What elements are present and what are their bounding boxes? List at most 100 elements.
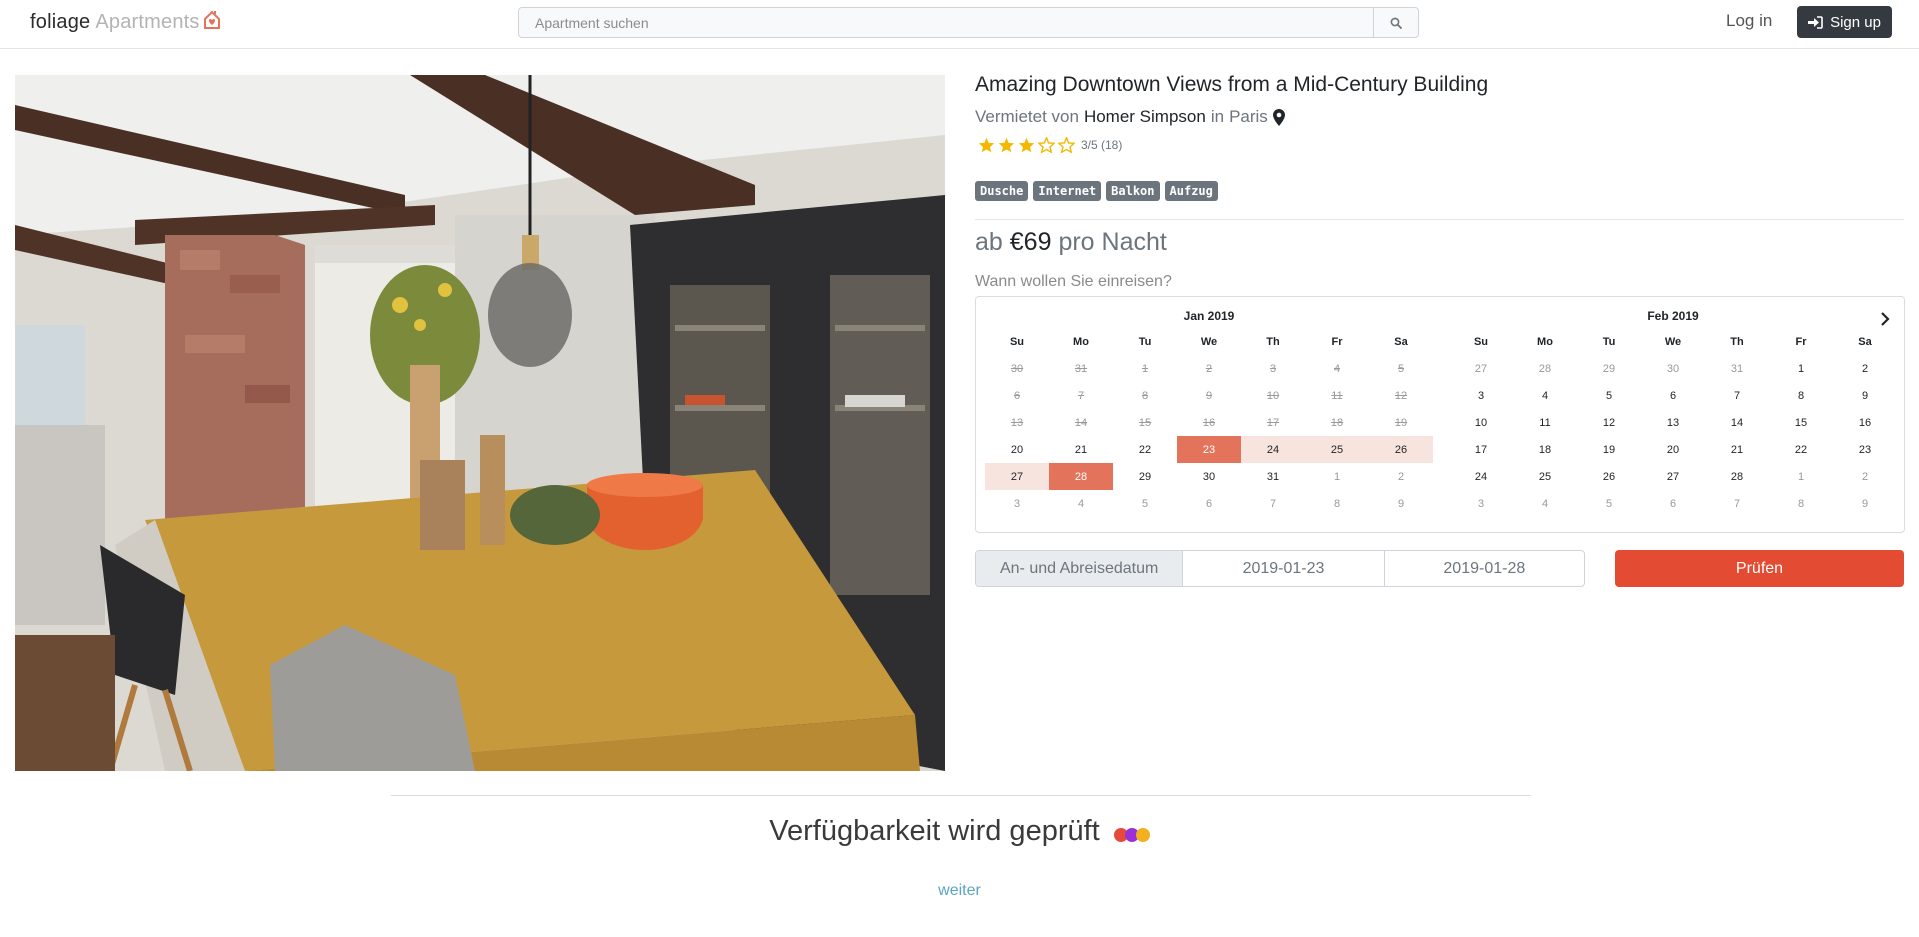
calendar-week: 27 28 29 30 31 1 2 [1449, 355, 1897, 382]
calendar-day[interactable]: 3 [1449, 490, 1513, 517]
calendar-day[interactable]: 27 [985, 463, 1049, 490]
calendar-day: 3 [1269, 362, 1277, 375]
price-prefix: ab [975, 228, 1003, 256]
weekday-header: We [1200, 336, 1218, 348]
calendar-day[interactable]: 20 [985, 436, 1049, 463]
calendar-day[interactable]: 7 [1705, 490, 1769, 517]
loading-dot [1135, 827, 1150, 842]
calendar-day[interactable]: 9 [1369, 490, 1433, 517]
login-link[interactable]: Log in [1726, 11, 1772, 31]
calendar-day: 13 [1010, 416, 1024, 429]
availability-status: Verfügbarkeit wird geprüft [0, 815, 1919, 848]
calendar-day[interactable]: 6 [1177, 490, 1241, 517]
calendar-day[interactable]: 4 [1513, 382, 1577, 409]
host-name[interactable]: Homer Simpson [1084, 107, 1206, 127]
calendar-day[interactable]: 1 [1305, 463, 1369, 490]
sign-in-icon [1808, 15, 1823, 29]
signup-label: Sign up [1830, 13, 1881, 31]
check-availability-button[interactable]: Prüfen [1615, 550, 1904, 587]
calendar-day[interactable]: 31 [1705, 355, 1769, 382]
price-amount: €69 [1009, 228, 1052, 256]
calendar-day[interactable]: 2 [1369, 463, 1433, 490]
date-range-label: An- und Abreisedatum [976, 551, 1184, 586]
calendar-day[interactable]: 5 [1577, 490, 1641, 517]
calendar-day[interactable]: 19 [1577, 436, 1641, 463]
more-link[interactable]: weiter [0, 882, 1919, 900]
signup-button[interactable]: Sign up [1797, 6, 1892, 38]
calendar-day[interactable]: 28 [1049, 463, 1113, 490]
calendar-day[interactable]: 26 [1577, 463, 1641, 490]
calendar-day[interactable]: 23 [1833, 436, 1897, 463]
chevron-right-icon[interactable] [1880, 312, 1890, 326]
end-date-field[interactable]: 2019-01-28 [1383, 551, 1584, 586]
search-input[interactable] [519, 8, 1373, 37]
calendar-day[interactable]: 4 [1049, 490, 1113, 517]
calendar-day[interactable]: 28 [1513, 355, 1577, 382]
calendar-week: 27 28 29 30 31 1 2 [985, 463, 1433, 490]
calendar-day[interactable]: 7 [1705, 382, 1769, 409]
apartment-photo[interactable] [15, 75, 945, 771]
calendar-day[interactable]: 3 [985, 490, 1049, 517]
apartment-photo-image [15, 75, 945, 771]
calendar-day[interactable]: 9 [1833, 490, 1897, 517]
calendar-day[interactable]: 22 [1113, 436, 1177, 463]
calendar-day[interactable]: 11 [1513, 409, 1577, 436]
weekday-header: Tu [1602, 336, 1616, 348]
calendar-day[interactable]: 18 [1513, 436, 1577, 463]
calendar-day[interactable]: 20 [1641, 436, 1705, 463]
calendar-day: 10 [1266, 389, 1280, 402]
calendar-day[interactable]: 28 [1705, 463, 1769, 490]
calendar-day[interactable]: 9 [1833, 382, 1897, 409]
calendar-day[interactable]: 15 [1769, 409, 1833, 436]
calendar-day[interactable]: 8 [1769, 382, 1833, 409]
calendar-day[interactable]: 1 [1769, 355, 1833, 382]
calendar-day[interactable]: 5 [1577, 382, 1641, 409]
calendar-week: 30 31 1 2 3 4 5 [985, 355, 1433, 382]
calendar-day[interactable]: 17 [1449, 436, 1513, 463]
calendar-day[interactable]: 5 [1113, 490, 1177, 517]
calendar-week: 3456789 [1449, 490, 1897, 517]
calendar-day[interactable]: 27 [1641, 463, 1705, 490]
calendar-day[interactable]: 13 [1641, 409, 1705, 436]
brand-logo[interactable]: foliage Apartments [30, 10, 222, 34]
calendar-day[interactable]: 2 [1833, 463, 1897, 490]
calendar-day: 16 [1202, 416, 1216, 429]
calendar-week: 3456789 [985, 490, 1433, 517]
calendar-day[interactable]: 30 [1641, 355, 1705, 382]
calendar-day[interactable]: 2 [1833, 355, 1897, 382]
calendar-day[interactable]: 14 [1705, 409, 1769, 436]
calendar-day[interactable]: 27 [1449, 355, 1513, 382]
search-bar [518, 7, 1419, 38]
calendar-day[interactable]: 23 [1177, 436, 1241, 463]
calendar-day[interactable]: 22 [1769, 436, 1833, 463]
calendar-day[interactable]: 12 [1577, 409, 1641, 436]
calendar-day[interactable]: 6 [1641, 490, 1705, 517]
calendar-day[interactable]: 29 [1113, 463, 1177, 490]
weekday-header: We [1664, 336, 1682, 348]
calendar-day[interactable]: 6 [1641, 382, 1705, 409]
loading-dots-icon [1113, 827, 1150, 842]
calendar-day[interactable]: 21 [1049, 436, 1113, 463]
search-button[interactable] [1373, 8, 1418, 37]
calendar-day[interactable]: 10 [1449, 409, 1513, 436]
calendar-day[interactable]: 3 [1449, 382, 1513, 409]
calendar-day[interactable]: 24 [1449, 463, 1513, 490]
calendar-day[interactable]: 16 [1833, 409, 1897, 436]
calendar-day[interactable]: 8 [1305, 490, 1369, 517]
calendar-day[interactable]: 25 [1513, 463, 1577, 490]
calendar-day[interactable]: 26 [1369, 436, 1433, 463]
calendar-day[interactable]: 7 [1241, 490, 1305, 517]
calendar-day[interactable]: 29 [1577, 355, 1641, 382]
calendar-day[interactable]: 8 [1769, 490, 1833, 517]
start-date-field[interactable]: 2019-01-23 [1183, 551, 1383, 586]
calendar-day[interactable]: 21 [1705, 436, 1769, 463]
calendar-day[interactable]: 31 [1241, 463, 1305, 490]
calendar-day[interactable]: 4 [1513, 490, 1577, 517]
calendar-day[interactable]: 30 [1177, 463, 1241, 490]
calendar-day: 9 [1205, 389, 1213, 402]
calendar-day: 15 [1138, 416, 1152, 429]
calendar-day[interactable]: 25 [1305, 436, 1369, 463]
calendar-day[interactable]: 24 [1241, 436, 1305, 463]
calendar-day[interactable]: 1 [1769, 463, 1833, 490]
map-marker-icon [1272, 108, 1285, 126]
